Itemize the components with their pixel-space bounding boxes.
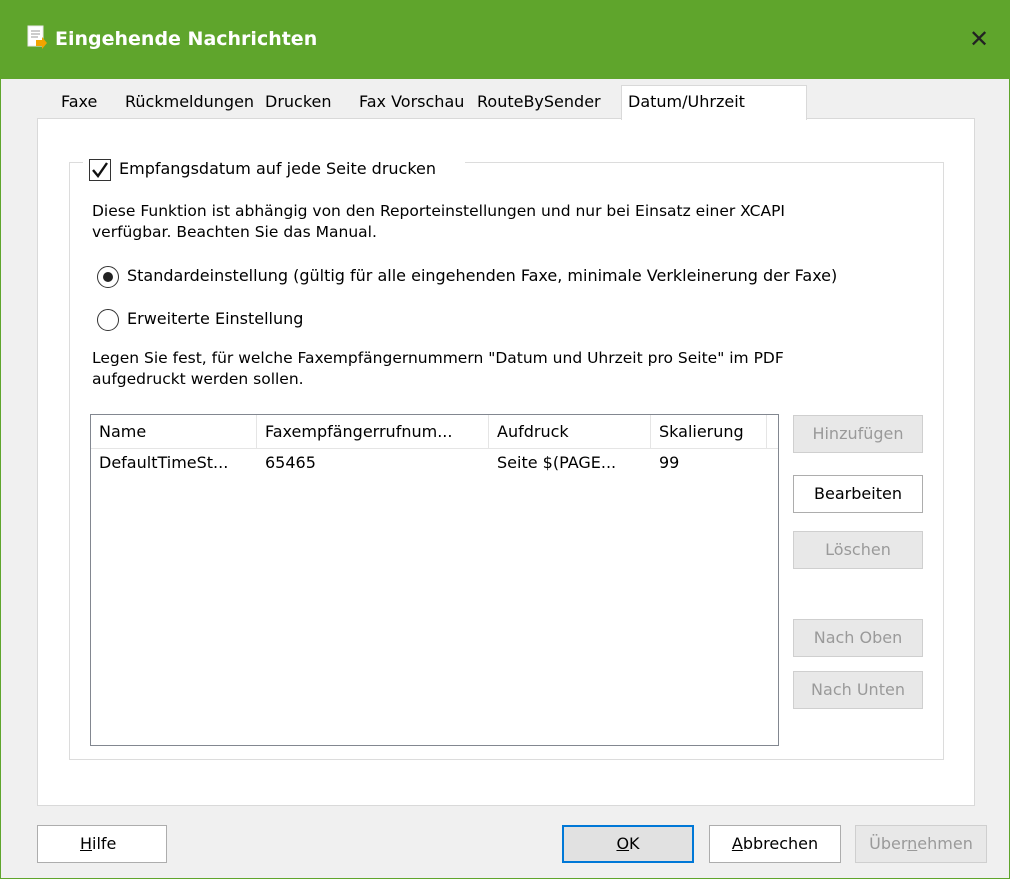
ok-label-rest: K [629, 834, 640, 853]
edit-button[interactable]: Bearbeiten [793, 475, 923, 513]
radio-selected-dot [103, 272, 113, 282]
info-line-2: verfügbar. Beachten Sie das Manual. [92, 223, 377, 241]
help-label-rest: ilfe [92, 834, 117, 853]
hint-line-2: aufgedruckt werden sollen. [92, 370, 304, 388]
tab-faxe[interactable]: Faxe [55, 89, 103, 117]
table-row[interactable]: DefaultTimeSt... 65465 Seite $(PAGE... 9… [91, 449, 778, 479]
column-header-name[interactable]: Name [91, 415, 257, 449]
help-mnemonic: H [80, 834, 93, 853]
info-text: Diese Funktion ist abhängig von den Repo… [92, 201, 785, 243]
tab-drucken[interactable]: Drucken [259, 89, 338, 117]
list-header: Name Faxempfängerrufnum... Aufdruck Skal… [91, 415, 778, 449]
document-arrow-icon [27, 25, 47, 49]
column-header-aufdruck[interactable]: Aufdruck [489, 415, 651, 449]
apply-button[interactable]: Übernehmen [855, 825, 987, 863]
help-button[interactable]: Hilfe [37, 825, 167, 863]
radio-extended[interactable] [97, 309, 119, 331]
hint-line-1: Legen Sie fest, für welche Faxempfängern… [92, 349, 784, 367]
close-icon[interactable]: ✕ [959, 21, 999, 57]
print-date-checkbox[interactable] [89, 159, 111, 181]
apply-mnemonic: n [907, 834, 918, 853]
cell-name: DefaultTimeSt... [99, 453, 229, 472]
checkmark-icon [92, 162, 108, 178]
ok-button[interactable]: OK [562, 825, 694, 863]
cell-fax-number: 65465 [265, 453, 316, 472]
delete-button[interactable]: Löschen [793, 531, 923, 569]
window-title: Eingehende Nachrichten [55, 28, 318, 50]
radio-extended-row[interactable]: Erweiterte Einstellung [97, 307, 337, 331]
fax-number-list[interactable]: Name Faxempfängerrufnum... Aufdruck Skal… [90, 414, 779, 746]
hint-text: Legen Sie fest, für welche Faxempfängern… [92, 348, 784, 390]
cell-aufdruck: Seite $(PAGE... [497, 453, 617, 472]
radio-standard[interactable] [97, 266, 119, 288]
dialog-window: Eingehende Nachrichten ✕ Faxe Rückmeldun… [0, 0, 1010, 879]
add-button[interactable]: Hinzufügen [793, 415, 923, 453]
print-date-label: Empfangsdatum auf jede Seite drucken [119, 159, 437, 178]
title-bar[interactable]: Eingehende Nachrichten ✕ [1, 1, 1009, 79]
move-up-button[interactable]: Nach Oben [793, 619, 923, 657]
ok-mnemonic: O [616, 834, 630, 853]
tab-routebysender[interactable]: RouteBySender [471, 89, 607, 117]
print-date-checkbox-row[interactable]: Empfangsdatum auf jede Seite drucken [83, 155, 465, 185]
move-down-button[interactable]: Nach Unten [793, 671, 923, 709]
apply-label-pre: Über [869, 834, 908, 853]
cell-skalierung: 99 [659, 453, 680, 472]
cancel-button[interactable]: Abbrechen [709, 825, 841, 863]
column-header-skalierung[interactable]: Skalierung [651, 415, 767, 449]
column-header-fax-number[interactable]: Faxempfängerrufnum... [257, 415, 489, 449]
tab-rueckmeldungen[interactable]: Rückmeldungen [119, 89, 260, 117]
cancel-label-rest: bbrechen [742, 834, 819, 853]
radio-extended-label: Erweiterte Einstellung [127, 309, 304, 328]
tab-datum-uhrzeit[interactable]: Datum/Uhrzeit [621, 85, 807, 120]
info-line-1: Diese Funktion ist abhängig von den Repo… [92, 202, 786, 220]
cancel-mnemonic: A [731, 834, 743, 853]
tab-fax-vorschau[interactable]: Fax Vorschau [353, 89, 470, 117]
apply-label-post: ehmen [917, 834, 973, 853]
radio-standard-row[interactable]: Standardeinstellung (gültig für alle ein… [97, 264, 927, 288]
radio-standard-label: Standardeinstellung (gültig für alle ein… [127, 266, 838, 285]
